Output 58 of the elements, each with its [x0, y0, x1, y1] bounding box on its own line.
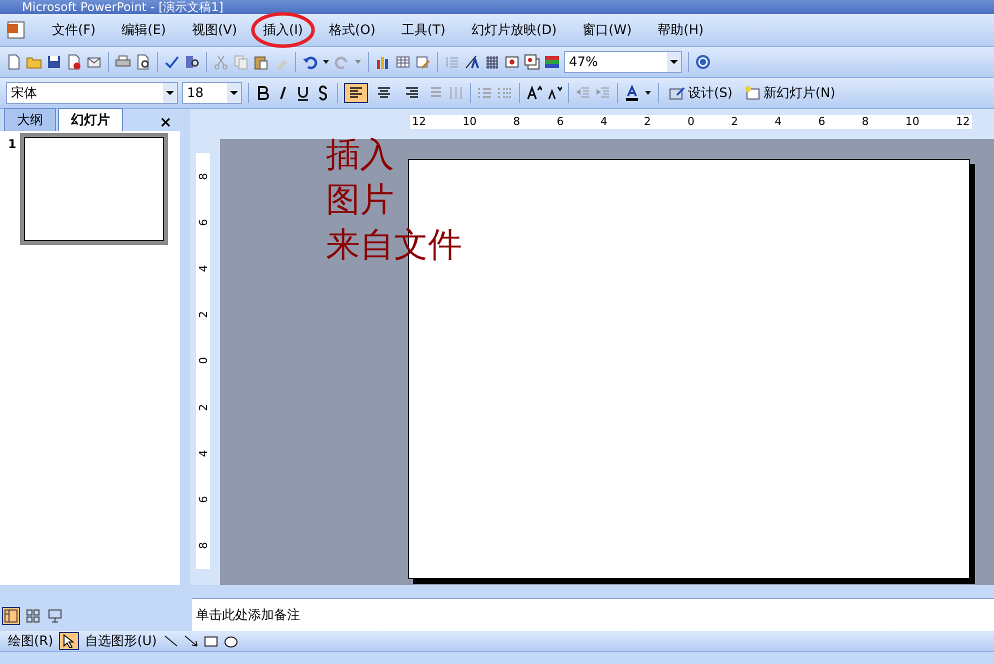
slide-sorter-icon[interactable]: [24, 607, 42, 625]
underline-icon[interactable]: [295, 85, 311, 101]
paste-icon[interactable]: [253, 54, 269, 70]
close-button[interactable]: ×: [151, 113, 180, 131]
save-icon[interactable]: [46, 54, 62, 70]
pane-tab[interactable]: 大纲: [4, 108, 56, 131]
window-title: Microsoft PowerPoint - [演示文稿1]: [0, 0, 994, 14]
decrease-font-icon[interactable]: [546, 85, 562, 101]
draw-menu[interactable]: 绘图(R): [6, 630, 56, 652]
increase-font-icon[interactable]: [526, 85, 542, 101]
grid-icon[interactable]: [484, 54, 500, 70]
new-slide-icon: [744, 85, 760, 101]
bar-chart-icon[interactable]: [375, 54, 391, 70]
help-icon[interactable]: [695, 54, 711, 70]
slide-color-icon[interactable]: [504, 54, 520, 70]
notes-field[interactable]: 单击此处添加备注: [192, 598, 994, 631]
annotation-text: 图片: [326, 179, 395, 222]
dropdown-icon[interactable]: [670, 59, 678, 65]
new-document-icon[interactable]: [6, 54, 22, 70]
spelling-icon[interactable]: [164, 54, 180, 70]
menu-item[interactable]: 格式(O): [327, 19, 378, 41]
menu-item[interactable]: 编辑(E): [120, 19, 168, 41]
table-icon[interactable]: [395, 54, 411, 70]
vertical-ruler: 8 6 4 2 0 2 4 6 8: [196, 153, 210, 569]
menu-item[interactable]: 幻灯片放映(D): [470, 19, 559, 41]
slideshow-icon[interactable]: [46, 607, 64, 625]
print-preview-icon[interactable]: [135, 54, 151, 70]
slides-stack-icon[interactable]: [524, 54, 540, 70]
slide-number: 1: [8, 137, 16, 151]
dropdown-icon[interactable]: [166, 90, 174, 96]
palette-pencil-icon: [669, 85, 685, 101]
zoom-dropdown[interactable]: 47%: [564, 51, 682, 73]
autoshapes-menu[interactable]: 自选图形(U): [83, 630, 159, 652]
font-dropdown[interactable]: 宋体: [6, 82, 178, 104]
dropdown-icon[interactable]: [230, 90, 238, 96]
menu-item[interactable]: 窗口(W): [580, 19, 634, 41]
text-direction-icon[interactable]: [464, 54, 480, 70]
menu-item[interactable]: 帮助(H): [656, 19, 706, 41]
font-color-icon[interactable]: [624, 85, 640, 101]
menu-item[interactable]: 视图(V): [190, 19, 240, 41]
select-pointer-icon[interactable]: [59, 632, 80, 650]
bold-icon[interactable]: [255, 85, 271, 101]
annotation-text: 插入: [326, 134, 395, 177]
normal-view-icon[interactable]: [2, 607, 20, 625]
undo-icon[interactable]: [302, 54, 318, 70]
table-pencil-icon[interactable]: [415, 54, 431, 70]
font-size-dropdown[interactable]: 18: [182, 82, 242, 104]
menu-item[interactable]: 工具(T): [399, 19, 448, 41]
design-button[interactable]: 设计(S): [665, 82, 736, 104]
circle-annotation: [251, 11, 316, 49]
pane-tab[interactable]: 幻灯片: [58, 108, 123, 131]
horizontal-ruler: 12 10 8 6 4 2 0 2 4 6 8 10 12: [410, 115, 972, 129]
color-bands-icon[interactable]: [544, 54, 560, 70]
line-icon[interactable]: [162, 633, 179, 649]
new-slide-button[interactable]: 新幻灯片(N): [740, 82, 840, 104]
arrow-icon[interactable]: [182, 633, 199, 649]
menu-item[interactable]: 文件(F): [50, 19, 98, 41]
align-left-icon[interactable]: [344, 83, 368, 103]
